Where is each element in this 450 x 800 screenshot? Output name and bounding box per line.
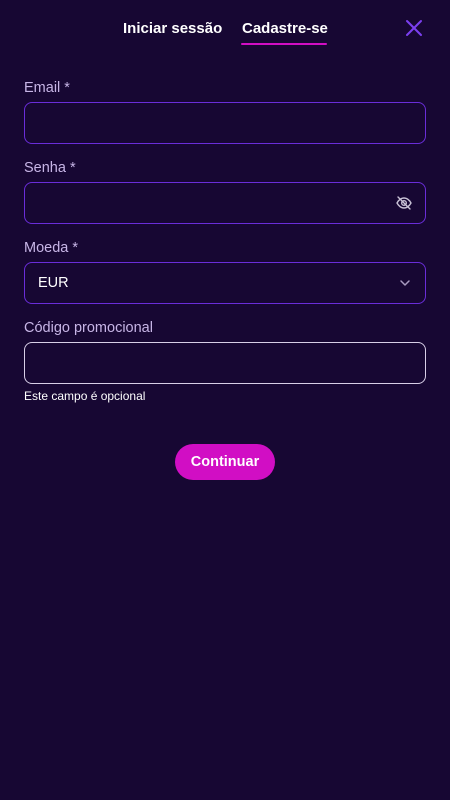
promo-code-label: Código promocional	[24, 320, 153, 336]
email-field-wrapper	[24, 102, 426, 144]
auth-tabs: Iniciar sessão Cadastre-se	[0, 0, 450, 60]
close-button[interactable]	[404, 18, 424, 38]
email-label: Email *	[24, 80, 70, 96]
eye-off-icon	[396, 196, 412, 210]
currency-selected-value: EUR	[38, 275, 69, 291]
promo-code-helper-text: Este campo é opcional	[24, 389, 146, 403]
signup-modal: Iniciar sessão Cadastre-se Email * Senha…	[0, 0, 450, 800]
password-field[interactable]	[25, 183, 425, 223]
continue-button[interactable]: Continuar	[175, 444, 275, 480]
currency-label: Moeda *	[24, 240, 79, 256]
toggle-password-visibility-button[interactable]	[395, 194, 413, 212]
chevron-down-icon	[400, 280, 410, 286]
promo-code-field-wrapper	[24, 342, 426, 384]
password-label: Senha *	[24, 160, 76, 176]
tab-login[interactable]: Iniciar sessão	[123, 20, 222, 37]
promo-code-field[interactable]	[25, 343, 425, 383]
close-icon	[406, 20, 422, 36]
password-field-wrapper	[24, 182, 426, 224]
active-tab-indicator	[241, 43, 327, 45]
tab-register[interactable]: Cadastre-se	[242, 20, 328, 37]
currency-select[interactable]: EUR	[24, 262, 426, 304]
email-field[interactable]	[25, 103, 425, 143]
